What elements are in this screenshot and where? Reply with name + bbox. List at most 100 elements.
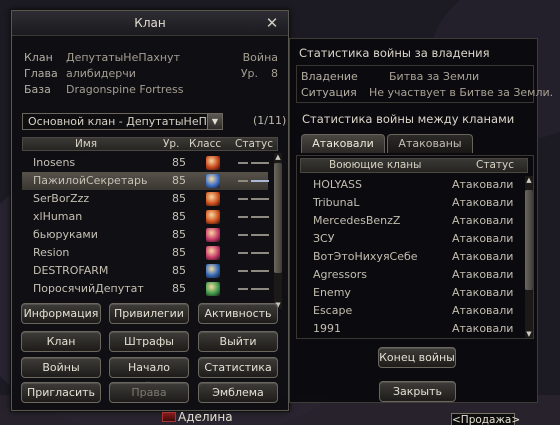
war-clan-status: Атаковали xyxy=(452,268,514,281)
wars-button[interactable]: Войны xyxy=(21,357,101,378)
member-name: ПажилойСекретарь xyxy=(33,174,148,187)
possession-value: Битва за Земли xyxy=(389,70,480,83)
private-store-tag[interactable]: <Продажа> xyxy=(451,413,520,425)
header-warring-clans[interactable]: Воюющие кланы xyxy=(329,159,421,172)
situation-label: Ситуация xyxy=(301,86,357,99)
privileges-button[interactable]: Привилегии xyxy=(109,303,189,324)
chevron-down-icon[interactable]: ▼ xyxy=(207,114,222,129)
leader-info-row: Глава алибидерчи Ур. 8 xyxy=(24,66,278,82)
fire-class-icon xyxy=(206,192,220,206)
clan-war-title: Статистика войны между кланами xyxy=(302,112,515,126)
emblem-button[interactable]: Эмблема xyxy=(198,382,278,403)
clan-name: ДепутатыНеПахнут xyxy=(66,51,180,64)
fines-button[interactable]: Штрафы xyxy=(109,331,189,352)
status-bar-icon xyxy=(238,234,272,237)
member-row[interactable]: бьюруками 85 xyxy=(22,226,269,244)
scrollbar-thumb[interactable] xyxy=(274,163,282,273)
player-nameplate[interactable]: Аделина xyxy=(178,410,233,424)
header-class[interactable]: Класс xyxy=(189,138,221,150)
war-table-header: Воюющие кланы Статус xyxy=(300,158,528,173)
member-row[interactable]: xlHuman 85 xyxy=(22,208,269,226)
member-row[interactable]: Resion 85 xyxy=(22,244,269,262)
clan-level-label: Ур. xyxy=(240,67,258,80)
war-clan-name: Enemy xyxy=(313,286,351,299)
member-row[interactable]: SerBorZzz 85 xyxy=(22,190,269,208)
info-button[interactable]: Информация xyxy=(21,303,101,324)
header-name[interactable]: Имя xyxy=(75,138,97,150)
war-clan-name: ЗСУ xyxy=(313,232,335,245)
status-bar-icon xyxy=(238,216,272,219)
war-clan-row[interactable]: 1991 Атаковали xyxy=(297,320,527,338)
scrollbar-thumb[interactable] xyxy=(525,190,533,290)
member-name: бьюруками xyxy=(33,228,98,241)
war-clan-status: Атаковали xyxy=(452,250,514,263)
status-bar-icon xyxy=(238,198,272,201)
war-clan-name: Escape xyxy=(313,304,353,317)
possession-info-box: Владение Битва за Земли Ситуация Не учас… xyxy=(296,65,553,103)
fire-class-icon xyxy=(206,156,220,170)
member-row[interactable]: Inosens 85 xyxy=(22,154,269,172)
header-status[interactable]: Статус xyxy=(235,138,273,150)
close-button[interactable]: Закрыть xyxy=(379,381,456,402)
leave-button[interactable]: Выйти xyxy=(198,331,278,352)
ice-class-icon xyxy=(206,264,220,278)
war-clan-row[interactable]: ЗСУ Атаковали xyxy=(297,230,527,248)
rose-class-icon xyxy=(206,228,220,242)
invite-button[interactable]: Пригласить xyxy=(21,382,101,403)
possession-label: Владение xyxy=(301,70,358,83)
member-name: DESTROFARM xyxy=(33,264,109,277)
war-clan-row[interactable]: Agressors Атаковали xyxy=(297,266,527,284)
war-clan-row[interactable]: HOLYASS Атаковали xyxy=(297,176,527,194)
status-bar-icon xyxy=(238,180,272,183)
scroll-down-icon[interactable]: ▼ xyxy=(525,330,533,338)
rose-class-icon xyxy=(206,246,220,260)
war-clan-row[interactable]: TribunaL Атаковали xyxy=(297,194,527,212)
war-clan-status: Атаковали xyxy=(452,178,514,191)
war-clan-status: Атаковали xyxy=(452,286,514,299)
status-bar-icon xyxy=(238,288,272,291)
clan-select-dropdown[interactable]: Основной клан - ДепутатыНеПа ▼ xyxy=(22,113,223,130)
member-level: 85 xyxy=(172,228,186,241)
war-clans-table: Воюющие кланы Статус HOLYASS Атаковали Tri… xyxy=(296,155,534,339)
member-level: 85 xyxy=(172,174,186,187)
situation-value: Не участвует в Битве за Земли. xyxy=(369,86,554,99)
war-clan-name: ВотЭтоНихуяСебе xyxy=(313,250,418,263)
status-bar-icon xyxy=(238,162,272,165)
war-clan-row[interactable]: ВотЭтоНихуяСебе Атаковали xyxy=(297,248,527,266)
clan-button[interactable]: Клан xyxy=(21,331,101,352)
base-label: База xyxy=(24,83,51,96)
war-clan-row[interactable]: Enemy Атаковали xyxy=(297,284,527,302)
header-war-status[interactable]: Статус xyxy=(476,159,514,172)
tab-attacked[interactable]: Атаковали xyxy=(301,134,385,153)
activity-button[interactable]: Активность xyxy=(198,303,278,324)
clan-window: Клан ✕ Клан ДепутатыНеПахнут Война Глава… xyxy=(11,10,289,411)
member-name: xlHuman xyxy=(33,210,83,223)
close-icon[interactable]: ✕ xyxy=(264,14,280,32)
member-scrollbar[interactable]: ▲ ▼ xyxy=(274,153,282,309)
clan-select-value: Основной клан - ДепутатыНеПа xyxy=(28,115,214,128)
member-name: Resion xyxy=(33,246,70,259)
end-war-button[interactable]: Конец войны xyxy=(378,347,456,368)
scroll-up-icon[interactable]: ▲ xyxy=(274,153,282,161)
member-page-count: (1/11) xyxy=(253,114,287,127)
war-clan-name: Agressors xyxy=(313,268,368,281)
tab-attacked-by[interactable]: Атакованы xyxy=(387,134,473,153)
war-clan-row[interactable]: MercedesBenzZ Атаковали xyxy=(297,212,527,230)
header-level[interactable]: Ур. xyxy=(163,138,179,150)
fire-class-icon xyxy=(206,210,220,224)
scroll-up-icon[interactable]: ▲ xyxy=(525,176,533,184)
member-table: Имя Ур. Класс Статус Inosens 85 ПажилойСек… xyxy=(22,137,282,309)
ice-class-icon xyxy=(206,174,220,188)
statistics-button[interactable]: Статистика xyxy=(198,357,278,378)
member-level: 85 xyxy=(172,156,186,169)
war-scrollbar[interactable]: ▲ ▼ xyxy=(525,176,533,338)
member-name: Inosens xyxy=(33,156,76,169)
base-name: Dragonspine Fortress xyxy=(66,83,184,96)
member-row[interactable]: ПажилойСекретарь 85 xyxy=(22,172,269,190)
rights-button[interactable]: Права xyxy=(109,382,189,403)
start-war-button[interactable]: Начало войны xyxy=(109,357,189,393)
clan-war-state: Война xyxy=(242,51,278,64)
member-row[interactable]: DESTROFARM 85 xyxy=(22,262,269,280)
war-clan-row[interactable]: Escape Атаковали xyxy=(297,302,527,320)
member-row[interactable]: ПоросячийДепутат 85 xyxy=(22,280,269,298)
